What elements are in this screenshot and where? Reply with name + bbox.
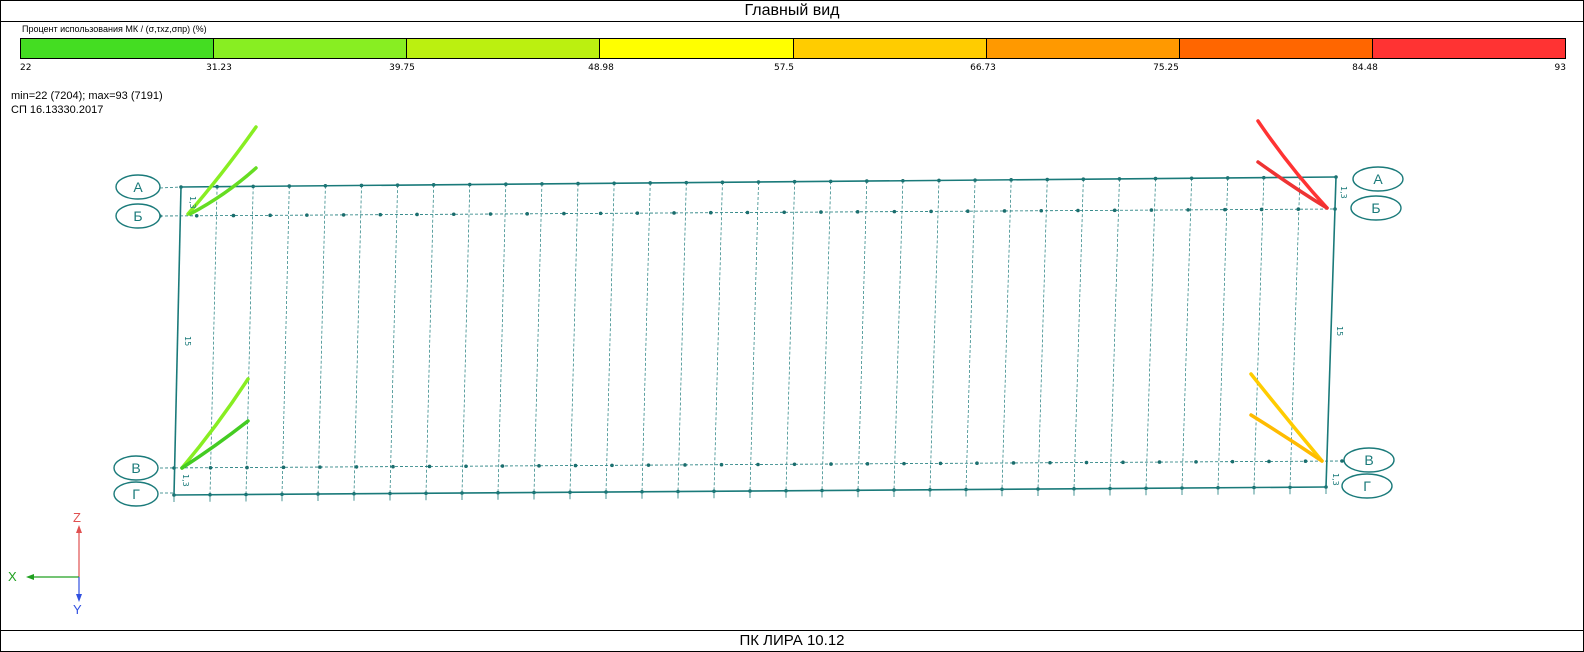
frame-post: [389, 185, 398, 494]
frame-post: [713, 182, 723, 492]
member-top-left[interactable]: [186, 125, 258, 216]
axis-bubble-a-right[interactable]: А: [1352, 166, 1404, 192]
window-title: Главный вид: [0, 0, 1584, 22]
member-bottom-right-1: [1249, 372, 1324, 463]
axis-label-v: В: [131, 460, 140, 476]
frame-post: [569, 183, 579, 493]
frame-post: [929, 180, 940, 490]
scale-segment-7: [1179, 39, 1373, 58]
axis-bubble-g-right[interactable]: Г: [1341, 473, 1393, 499]
span-label-bottom-left: 1,3: [181, 474, 190, 487]
scale-label: 66.73: [970, 63, 996, 73]
axis-bubble-b-left[interactable]: Б: [115, 203, 161, 229]
scale-label: 22: [20, 63, 32, 73]
scale-segment-8: [1372, 39, 1565, 58]
frame-grid: [158, 175, 1344, 502]
frame-post: [353, 185, 362, 494]
frame-post: [605, 183, 615, 493]
frame-post: [785, 181, 795, 491]
coordinate-triad: Z X Y: [8, 510, 82, 617]
scale-segment-3: [407, 39, 601, 58]
member-bottom-left[interactable]: [180, 377, 250, 470]
x-arrow-head: [26, 574, 34, 580]
scale-label: 93: [1554, 63, 1566, 73]
z-axis-label: Z: [73, 510, 81, 525]
frame-post: [1181, 178, 1192, 489]
frame-post: [461, 184, 471, 494]
member-bottom-right-2: [1249, 413, 1324, 463]
member-bottom-left-1: [180, 377, 250, 470]
scale-label: 31.23: [206, 63, 232, 73]
frame-post: [641, 182, 651, 492]
span-label-top-left: 1,3: [188, 196, 197, 209]
scale-label: 39.75: [389, 63, 415, 73]
legend-caption: Процент использования МК / (σ,τxz,σпр) (…: [22, 24, 207, 34]
frame-post: [1073, 179, 1084, 489]
z-arrow-head: [76, 525, 82, 533]
axis-bubble-v-right[interactable]: В: [1343, 447, 1395, 473]
scale-segment-2: [214, 39, 408, 58]
span-label-middle-right: 15: [1335, 326, 1344, 336]
scale-label: 75.25: [1153, 63, 1179, 73]
frame-post: [965, 180, 976, 490]
axis-label-v: В: [1364, 452, 1373, 468]
axis-label-a: А: [133, 179, 143, 195]
axis-bubble-g-left[interactable]: Г: [113, 481, 159, 507]
scale-segment-6: [986, 39, 1180, 58]
min-max-readout: min=22 (7204); max=93 (7191): [11, 90, 163, 102]
model-view[interactable]: А Б В Г А Б В Г 1,3 15 1,3 1,3 15 1,3 Z: [0, 110, 1584, 630]
span-label-middle-left: 15: [183, 336, 192, 346]
frame-post: [821, 181, 832, 491]
frame-post: [1253, 177, 1265, 488]
frame-post: [245, 186, 254, 495]
frame-post: [677, 182, 687, 492]
y-axis-label: Y: [73, 602, 82, 617]
scale-label: 57.5: [773, 63, 795, 73]
axis-label-g: Г: [1363, 478, 1371, 494]
color-scale: [20, 38, 1566, 59]
frame-post: [1217, 177, 1229, 488]
scale-segment-5: [793, 39, 987, 58]
scale-label: 84.48: [1352, 63, 1378, 73]
frame-post: [749, 181, 759, 492]
frame-post: [893, 180, 904, 491]
frame-post: [1109, 178, 1120, 489]
frame-post: [533, 183, 543, 493]
axis-bubble-v-left[interactable]: В: [113, 455, 159, 481]
member-top-right[interactable]: [1256, 119, 1329, 210]
scale-segment-1: [21, 39, 215, 58]
frame-post: [425, 184, 435, 494]
axis-bubble-a-left[interactable]: А: [115, 174, 161, 200]
axis-label-b: Б: [1371, 200, 1380, 216]
frame-post: [317, 185, 326, 495]
frame-post: [857, 181, 868, 491]
axis-label-b: Б: [133, 208, 142, 224]
frame-post: [281, 186, 290, 495]
scale-labels: 22 31.23 39.75 48.98 57.5 66.73 75.25 84…: [20, 63, 1566, 75]
frame-post: [1145, 178, 1156, 489]
axis-label-a: А: [1373, 171, 1383, 187]
x-axis-label: X: [8, 569, 17, 584]
y-arrow-head: [76, 594, 82, 602]
scale-label: 48.98: [588, 63, 614, 73]
member-bottom-right[interactable]: [1249, 372, 1324, 463]
axis-bubble-b-right[interactable]: Б: [1350, 195, 1402, 221]
span-label-bottom-right: 1,3: [1331, 473, 1340, 486]
status-bar: ПК ЛИРА 10.12: [0, 630, 1584, 652]
member-top-right-1: [1256, 119, 1329, 210]
span-label-top-right: 1,3: [1339, 186, 1348, 199]
member-top-left-2: [188, 166, 258, 216]
frame-post: [497, 184, 507, 493]
frame-post: [1001, 179, 1012, 490]
member-top-left-1: [186, 125, 258, 216]
scale-segment-4: [600, 39, 794, 58]
frame-outline: [173, 176, 1337, 496]
frame-post: [1037, 179, 1048, 490]
axis-label-g: Г: [132, 486, 140, 502]
